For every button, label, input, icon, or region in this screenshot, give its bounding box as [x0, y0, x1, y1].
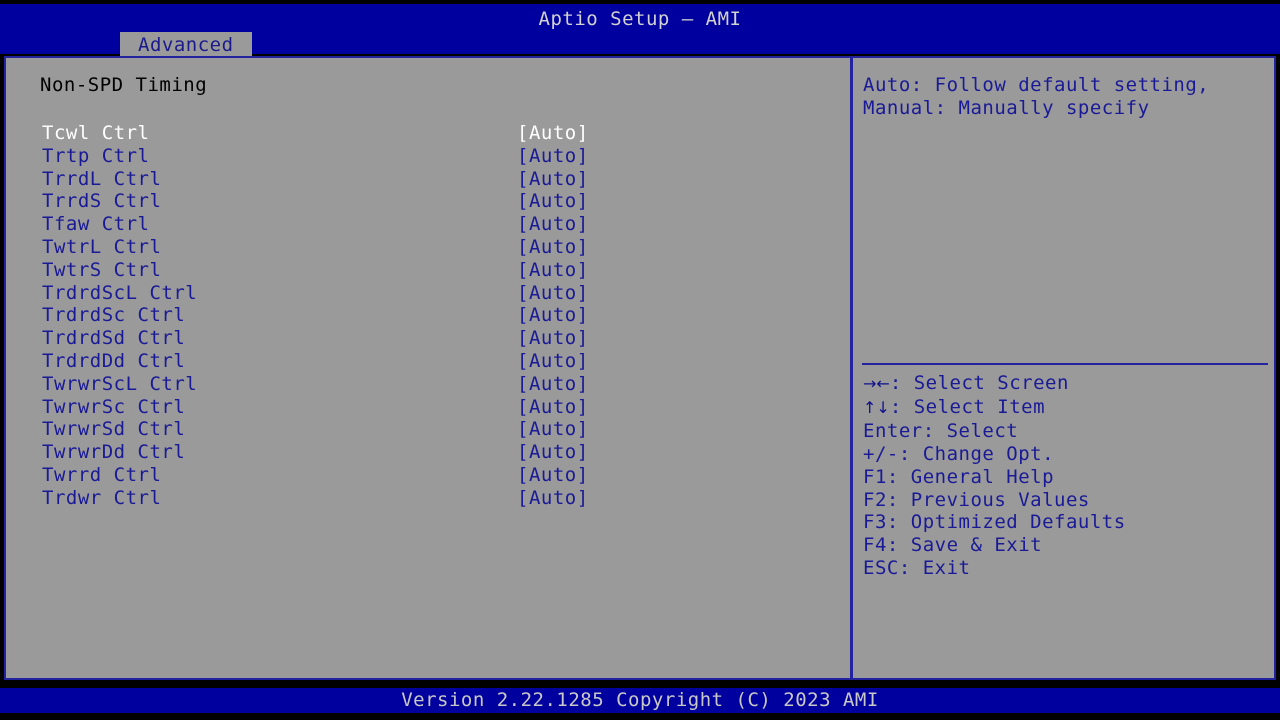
setting-row[interactable]: TrdrdDd Ctrl [Auto] [6, 350, 850, 373]
setting-label: TrrdS Ctrl [42, 190, 162, 213]
setting-value[interactable]: [Auto] [517, 350, 589, 373]
version-text: Version 2.22.1285 Copyright (C) 2023 AMI [401, 689, 879, 711]
setting-row[interactable]: TrrdS Ctrl [Auto] [6, 190, 850, 213]
setting-row[interactable]: TwtrL Ctrl [Auto] [6, 236, 850, 259]
setting-value[interactable]: [Auto] [517, 259, 589, 282]
footer-bar: Version 2.22.1285 Copyright (C) 2023 AMI [0, 688, 1280, 713]
setting-row[interactable]: Tfaw Ctrl [Auto] [6, 213, 850, 236]
setting-row[interactable]: TwrwrSd Ctrl [Auto] [6, 418, 850, 441]
setting-row[interactable]: TrdrdSc Ctrl [Auto] [6, 304, 850, 327]
setting-label: Trtp Ctrl [42, 144, 150, 167]
help-panel: Auto: Follow default setting, Manual: Man… [853, 58, 1274, 678]
setting-label: Trdwr Ctrl [42, 486, 162, 509]
key-legend: →←: Select Screen ↑↓: Select Item Enter: S… [863, 372, 1268, 580]
key-legend-text: : Select Item [889, 395, 1046, 418]
setting-value[interactable]: [Auto] [517, 145, 589, 168]
setting-row[interactable]: TrdrdScL Ctrl [Auto] [6, 282, 850, 305]
key-legend-line: +/-: Change Opt. [863, 443, 1268, 466]
setting-label: Tfaw Ctrl [42, 213, 150, 236]
arrow-up-down-icon: ↑↓ [863, 397, 890, 417]
setting-row[interactable]: TwrwrSc Ctrl [Auto] [6, 396, 850, 419]
setting-row[interactable]: TrdrdSd Ctrl [Auto] [6, 327, 850, 350]
setting-value[interactable]: [Auto] [517, 327, 589, 350]
key-legend-line: F3: Optimized Defaults [863, 511, 1268, 534]
help-line: Auto: Follow default setting, [863, 74, 1210, 96]
bios-setup-screen: Aptio Setup – AMI Advanced Non-SPD Timin… [0, 0, 1280, 720]
arrow-right-left-icon: →← [863, 374, 890, 393]
help-description: Auto: Follow default setting, Manual: Man… [863, 74, 1268, 120]
tab-advanced[interactable]: Advanced [120, 32, 252, 58]
key-legend-line: F4: Save & Exit [863, 534, 1268, 557]
setting-label: TwrwrDd Ctrl [42, 441, 186, 464]
setting-label: Twrrd Ctrl [42, 463, 162, 486]
setting-value[interactable]: [Auto] [517, 190, 589, 213]
key-legend-line: →←: Select Screen [863, 372, 1268, 396]
section-title: Non-SPD Timing [40, 74, 208, 96]
setting-value[interactable]: [Auto] [517, 373, 589, 396]
settings-panel: Non-SPD Timing Tcwl Ctrl [Auto] Trtp Ctrl [… [6, 58, 850, 678]
setting-label: TrrdL Ctrl [42, 167, 162, 190]
setting-value[interactable]: [Auto] [517, 418, 589, 441]
menu-tab-bar: Advanced [0, 32, 1280, 58]
setting-row[interactable]: Trdwr Ctrl [Auto] [6, 487, 850, 510]
setting-row[interactable]: Tcwl Ctrl [Auto] [6, 122, 850, 145]
key-legend-line: ↑↓: Select Item [863, 396, 1268, 420]
key-legend-text: F1: General Help [863, 465, 1055, 488]
setting-row[interactable]: TwrwrScL Ctrl [Auto] [6, 373, 850, 396]
key-legend-line: F1: General Help [863, 466, 1268, 489]
setting-label: TrdrdSd Ctrl [42, 327, 186, 350]
setting-label: TrdrdSc Ctrl [42, 304, 186, 327]
setting-value[interactable]: [Auto] [517, 304, 589, 327]
setting-value[interactable]: [Auto] [517, 168, 589, 191]
page-title: Aptio Setup – AMI [538, 8, 742, 30]
setting-value[interactable]: [Auto] [517, 236, 589, 259]
settings-list: Tcwl Ctrl [Auto] Trtp Ctrl [Auto] TrrdL Ctrl… [6, 122, 850, 510]
setting-value[interactable]: [Auto] [517, 464, 589, 487]
help-separator [862, 363, 1268, 365]
setting-label: TwrwrSc Ctrl [42, 395, 186, 418]
setting-row[interactable]: TwtrS Ctrl [Auto] [6, 259, 850, 282]
setting-value[interactable]: [Auto] [517, 282, 589, 305]
setting-value[interactable]: [Auto] [517, 487, 589, 510]
help-line: Manual: Manually specify [863, 96, 1150, 119]
setting-row[interactable]: Trtp Ctrl [Auto] [6, 145, 850, 168]
setting-label: TwrwrSd Ctrl [42, 418, 186, 441]
key-legend-line: Enter: Select [863, 420, 1268, 443]
setting-value[interactable]: [Auto] [517, 441, 589, 464]
content-frame: Non-SPD Timing Tcwl Ctrl [Auto] Trtp Ctrl [… [4, 56, 1276, 680]
setting-value[interactable]: [Auto] [517, 122, 589, 145]
key-legend-text: +/-: Change Opt. [863, 442, 1055, 465]
key-legend-text: : Select Screen [889, 372, 1069, 394]
key-legend-line: F2: Previous Values [863, 489, 1268, 512]
setting-label: TwtrS Ctrl [42, 258, 162, 281]
key-legend-text: F4: Save & Exit [863, 534, 1043, 557]
setting-label: TrdrdDd Ctrl [42, 349, 186, 372]
setting-row[interactable]: TwrwrDd Ctrl [Auto] [6, 441, 850, 464]
setting-value[interactable]: [Auto] [517, 396, 589, 419]
header-bar: Aptio Setup – AMI Advanced [0, 4, 1280, 58]
setting-row[interactable]: Twrrd Ctrl [Auto] [6, 464, 850, 487]
setting-label: TwtrL Ctrl [42, 235, 162, 258]
key-legend-text: Enter: Select [863, 419, 1019, 442]
setting-label: TwrwrScL Ctrl [42, 372, 198, 395]
key-legend-text: ESC: Exit [863, 557, 971, 580]
key-legend-text: F3: Optimized Defaults [863, 511, 1126, 534]
key-legend-line: ESC: Exit [863, 557, 1268, 580]
setting-label: Tcwl Ctrl [42, 122, 150, 144]
setting-label: TrdrdScL Ctrl [42, 281, 198, 304]
setting-row[interactable]: TrrdL Ctrl [Auto] [6, 168, 850, 191]
setting-value[interactable]: [Auto] [517, 213, 589, 236]
key-legend-text: F2: Previous Values [863, 488, 1090, 511]
